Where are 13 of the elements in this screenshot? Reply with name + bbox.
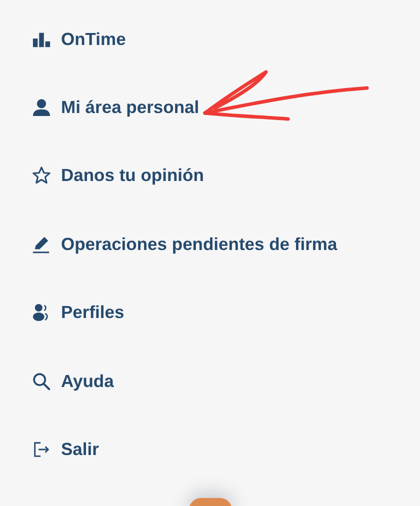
star-icon [32, 166, 51, 186]
menu-item[interactable]: Salir [0, 415, 420, 484]
menu-item[interactable]: Perfiles [0, 278, 420, 347]
menu-item[interactable]: OnTime [0, 5, 420, 74]
menu-item[interactable]: Operaciones pendientes de firma [0, 210, 420, 279]
search-icon [32, 372, 51, 391]
person-icon [32, 98, 51, 118]
menu-item[interactable]: Mi área personal [0, 73, 420, 142]
menu-item[interactable]: Danos tu opinión [0, 142, 420, 210]
pen-icon [32, 234, 51, 254]
people-icon [32, 303, 51, 322]
menu-item[interactable]: Ayuda [0, 346, 420, 416]
logout-icon [32, 440, 51, 460]
